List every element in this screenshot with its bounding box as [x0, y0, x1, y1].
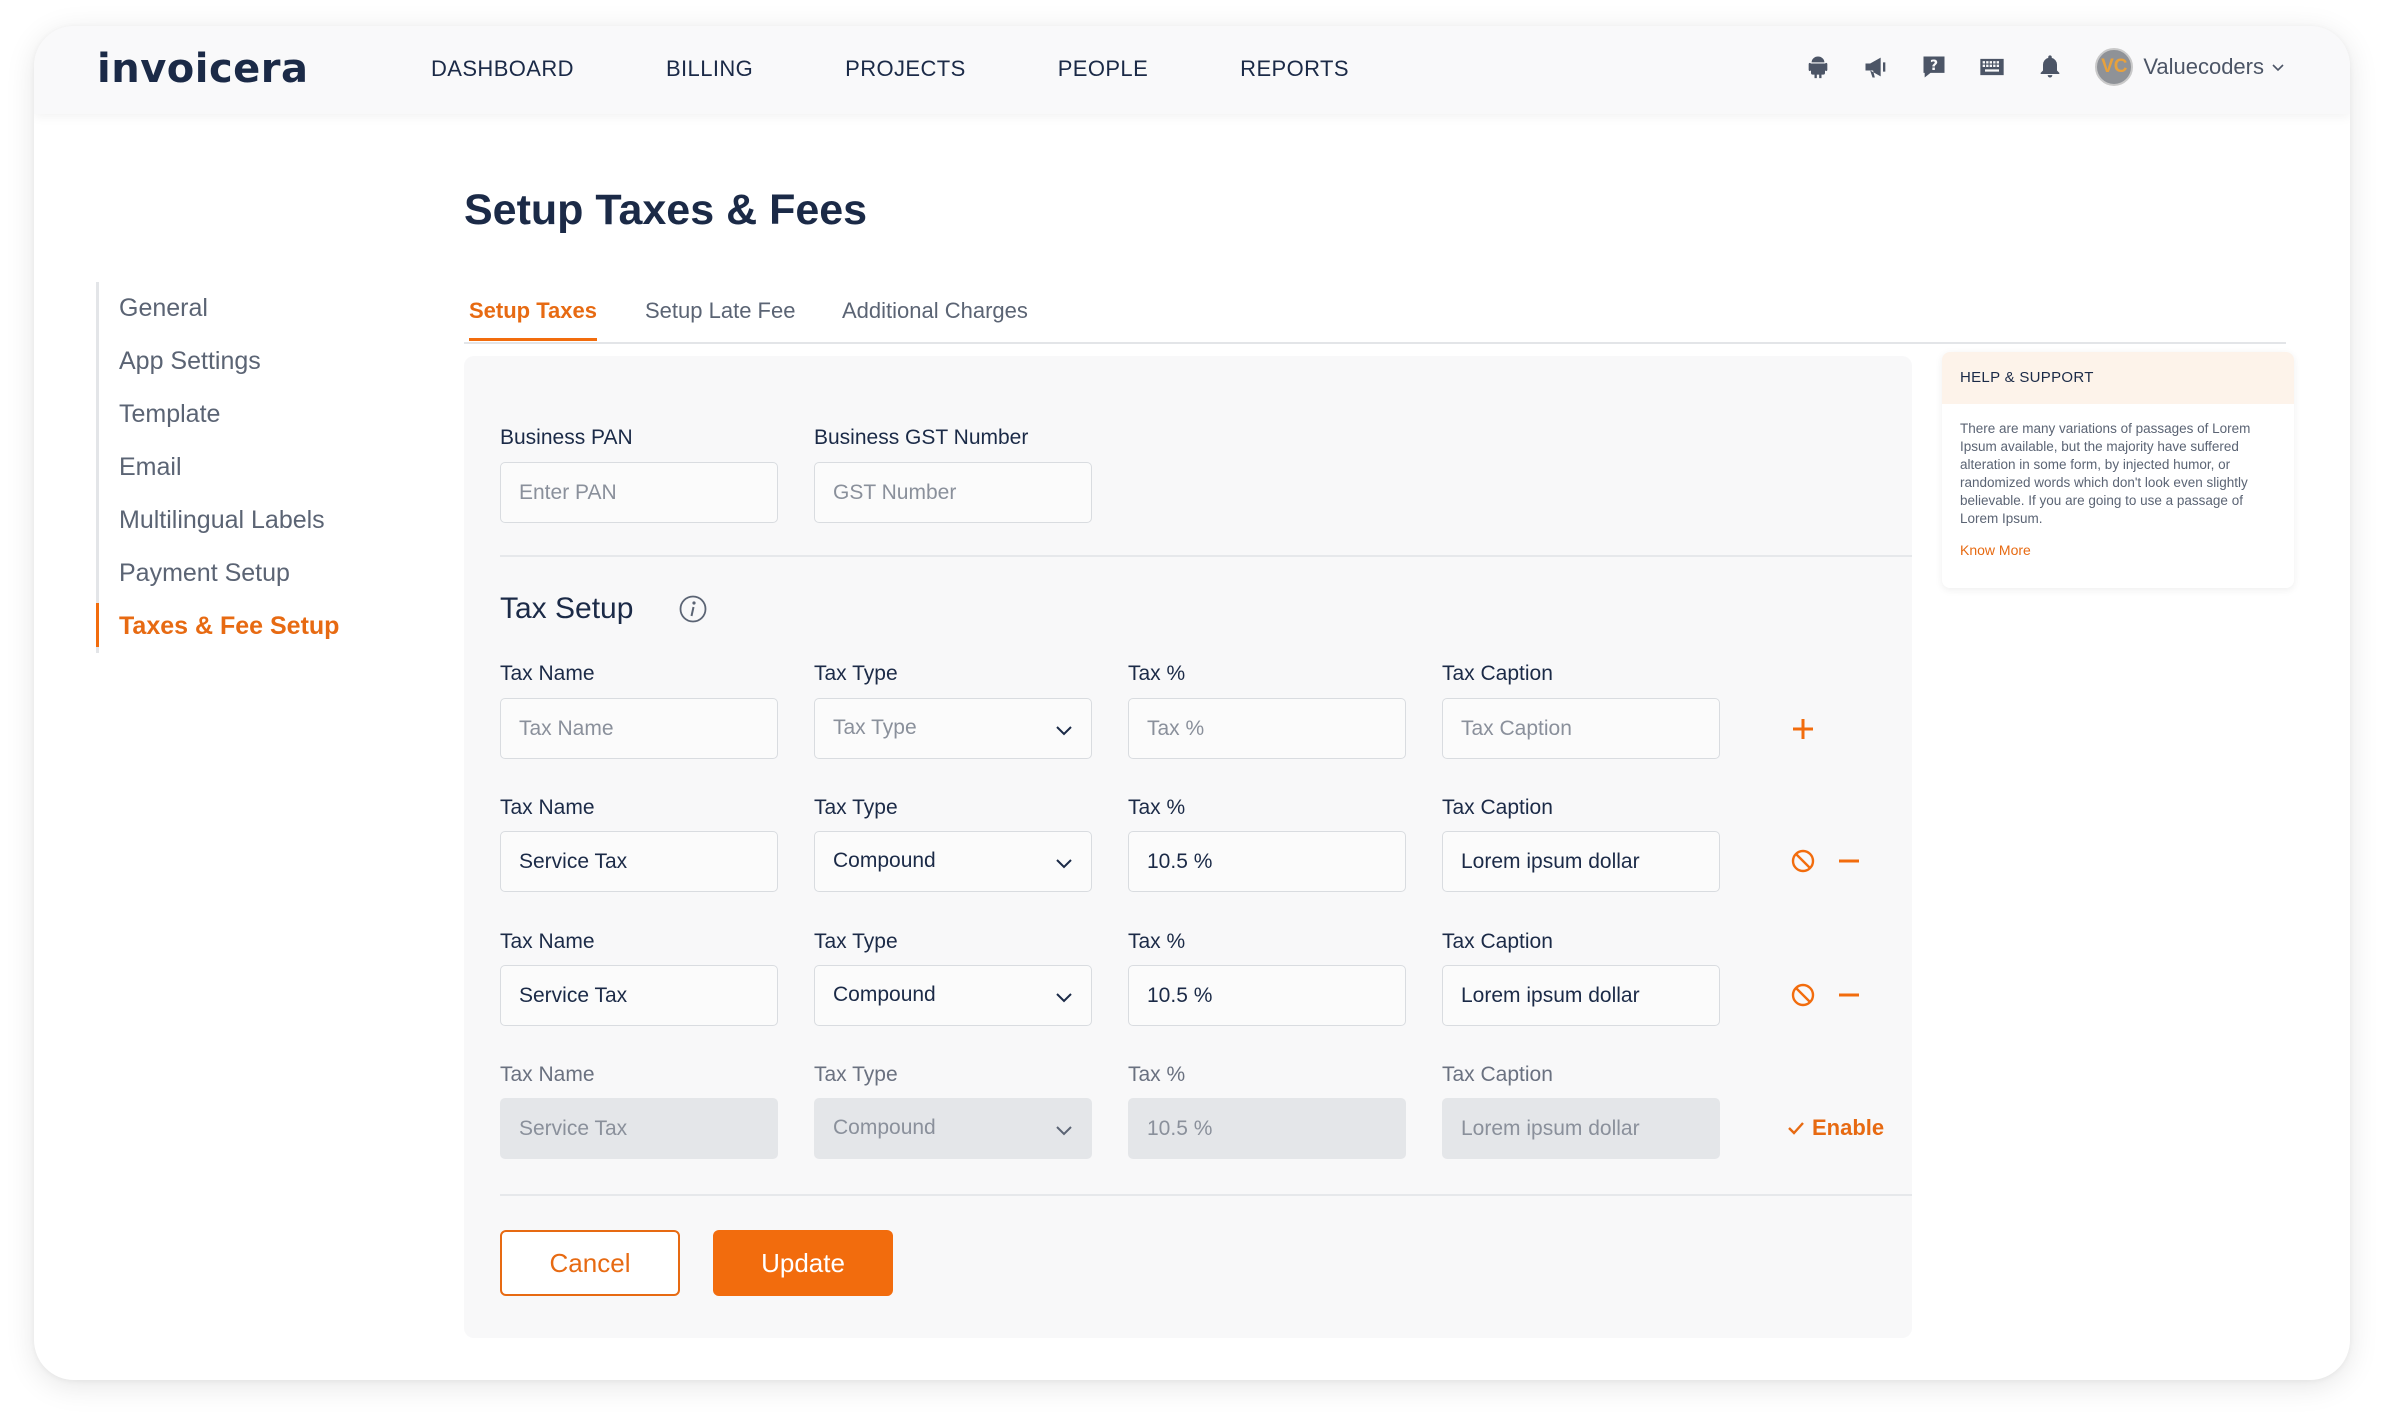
tax-caption-label: Tax Caption: [1442, 930, 1553, 953]
new-tax-name-input[interactable]: [500, 698, 778, 759]
chevron-down-icon[interactable]: [2270, 59, 2286, 75]
android-icon[interactable]: [1803, 52, 1833, 82]
section-divider: [500, 555, 1912, 557]
tax-name-label: Tax Name: [500, 930, 595, 953]
tab-bar: Setup Taxes Setup Late Fee Additional Ch…: [464, 288, 2286, 344]
tax-type-label: Tax Type: [814, 1063, 898, 1086]
invoicera-logo[interactable]: invoicera: [97, 46, 309, 92]
disabled-tax-name-input: [500, 1098, 778, 1159]
tax-name-input[interactable]: [500, 831, 778, 892]
main-nav: DASHBOARD BILLING PROJECTS PEOPLE REPORT…: [431, 56, 1441, 82]
tax-name-label: Tax Name: [500, 796, 595, 819]
chevron-down-icon: [1056, 993, 1072, 1003]
megaphone-icon[interactable]: [1861, 52, 1891, 82]
tax-type-value: Compound: [833, 1116, 936, 1139]
tax-percent-input[interactable]: [1128, 965, 1406, 1026]
know-more-link[interactable]: Know More: [1942, 528, 2294, 558]
sidebar-item-template[interactable]: Template: [99, 388, 339, 441]
tab-setup-taxes[interactable]: Setup Taxes: [469, 298, 597, 341]
tax-type-label: Tax Type: [814, 930, 898, 953]
new-tax-caption-input[interactable]: [1442, 698, 1720, 759]
nav-people[interactable]: PEOPLE: [1058, 56, 1148, 82]
sidebar-item-general[interactable]: General: [99, 282, 339, 335]
update-button[interactable]: Update: [713, 1230, 893, 1296]
chevron-down-icon: [1056, 726, 1072, 736]
enable-tax-button[interactable]: Enable: [1786, 1115, 1884, 1141]
section-divider: [500, 1194, 1912, 1196]
disable-tax-icon[interactable]: [1788, 980, 1818, 1010]
help-chat-icon[interactable]: ?: [1919, 52, 1949, 82]
enable-label: Enable: [1812, 1115, 1885, 1140]
app-window: invoicera DASHBOARD BILLING PROJECTS PEO…: [34, 26, 2350, 1380]
sidebar-item-email[interactable]: Email: [99, 441, 339, 494]
user-name[interactable]: Valuecoders: [2143, 54, 2264, 80]
nav-dashboard[interactable]: DASHBOARD: [431, 56, 574, 82]
tax-percent-input[interactable]: [1128, 831, 1406, 892]
tab-setup-late-fee[interactable]: Setup Late Fee: [645, 298, 795, 338]
tax-type-value: Compound: [833, 849, 936, 872]
tax-type-label: Tax Type: [814, 662, 898, 685]
new-tax-type-select[interactable]: Tax Type: [814, 698, 1092, 759]
svg-text:?: ?: [1930, 58, 1938, 74]
sidebar-item-payment-setup[interactable]: Payment Setup: [99, 547, 339, 600]
tab-additional-charges[interactable]: Additional Charges: [842, 298, 1028, 338]
tax-percent-label: Tax %: [1128, 1063, 1186, 1086]
help-support-panel: HELP & SUPPORT There are many variations…: [1942, 352, 2294, 588]
chevron-down-icon: [1056, 1126, 1072, 1136]
nav-billing[interactable]: BILLING: [666, 56, 753, 82]
sidebar-item-app-settings[interactable]: App Settings: [99, 335, 339, 388]
remove-tax-minus-icon[interactable]: [1834, 980, 1864, 1010]
user-avatar[interactable]: VC: [2095, 48, 2134, 86]
tax-name-input[interactable]: [500, 965, 778, 1026]
business-pan-input[interactable]: [500, 462, 778, 523]
sidebar-item-taxes-fee-setup[interactable]: Taxes & Fee Setup: [95, 600, 339, 653]
disabled-tax-caption-input: [1442, 1098, 1720, 1159]
tax-caption-label: Tax Caption: [1442, 1063, 1553, 1086]
settings-sidebar: General App Settings Template Email Mult…: [95, 282, 339, 653]
sidebar-item-multilingual-labels[interactable]: Multilingual Labels: [99, 494, 339, 547]
tax-caption-label: Tax Caption: [1442, 662, 1553, 685]
chevron-down-icon: [1056, 859, 1072, 869]
bell-icon[interactable]: [2035, 52, 2065, 82]
business-pan-label: Business PAN: [500, 426, 633, 449]
tax-form-card: Business PAN Business GST Number Tax Set…: [464, 356, 1912, 1338]
check-icon: [1788, 1122, 1804, 1135]
info-icon[interactable]: [678, 594, 708, 624]
tax-percent-label: Tax %: [1128, 796, 1186, 819]
top-navigation-bar: invoicera DASHBOARD BILLING PROJECTS PEO…: [34, 26, 2350, 114]
disable-tax-icon[interactable]: [1788, 846, 1818, 876]
help-support-title: HELP & SUPPORT: [1942, 352, 2294, 404]
tax-name-label: Tax Name: [500, 662, 595, 685]
nav-projects[interactable]: PROJECTS: [845, 56, 966, 82]
tax-caption-input[interactable]: [1442, 831, 1720, 892]
tax-caption-input[interactable]: [1442, 965, 1720, 1026]
tax-name-label: Tax Name: [500, 1063, 595, 1086]
header-actions: ? VC Valuecoders: [1775, 48, 2286, 86]
keyboard-icon[interactable]: [1977, 52, 2007, 82]
tax-caption-label: Tax Caption: [1442, 796, 1553, 819]
page-title: Setup Taxes & Fees: [464, 186, 868, 234]
tax-percent-label: Tax %: [1128, 662, 1186, 685]
business-gst-input[interactable]: [814, 462, 1092, 523]
disabled-tax-type-select: Compound: [814, 1098, 1092, 1159]
disabled-tax-percent-input: [1128, 1098, 1406, 1159]
tax-type-label: Tax Type: [814, 796, 898, 819]
nav-reports[interactable]: REPORTS: [1240, 56, 1349, 82]
tax-type-placeholder: Tax Type: [833, 716, 917, 739]
help-support-text: There are many variations of passages of…: [1960, 421, 2251, 526]
tax-type-select[interactable]: Compound: [814, 831, 1092, 892]
cancel-button[interactable]: Cancel: [500, 1230, 680, 1296]
remove-tax-minus-icon[interactable]: [1834, 846, 1864, 876]
add-tax-plus-icon[interactable]: [1788, 714, 1818, 744]
new-tax-percent-input[interactable]: [1128, 698, 1406, 759]
business-gst-label: Business GST Number: [814, 426, 1029, 449]
tax-setup-title: Tax Setup: [500, 592, 634, 625]
tax-percent-label: Tax %: [1128, 930, 1186, 953]
tax-type-value: Compound: [833, 983, 936, 1006]
tax-type-select[interactable]: Compound: [814, 965, 1092, 1026]
